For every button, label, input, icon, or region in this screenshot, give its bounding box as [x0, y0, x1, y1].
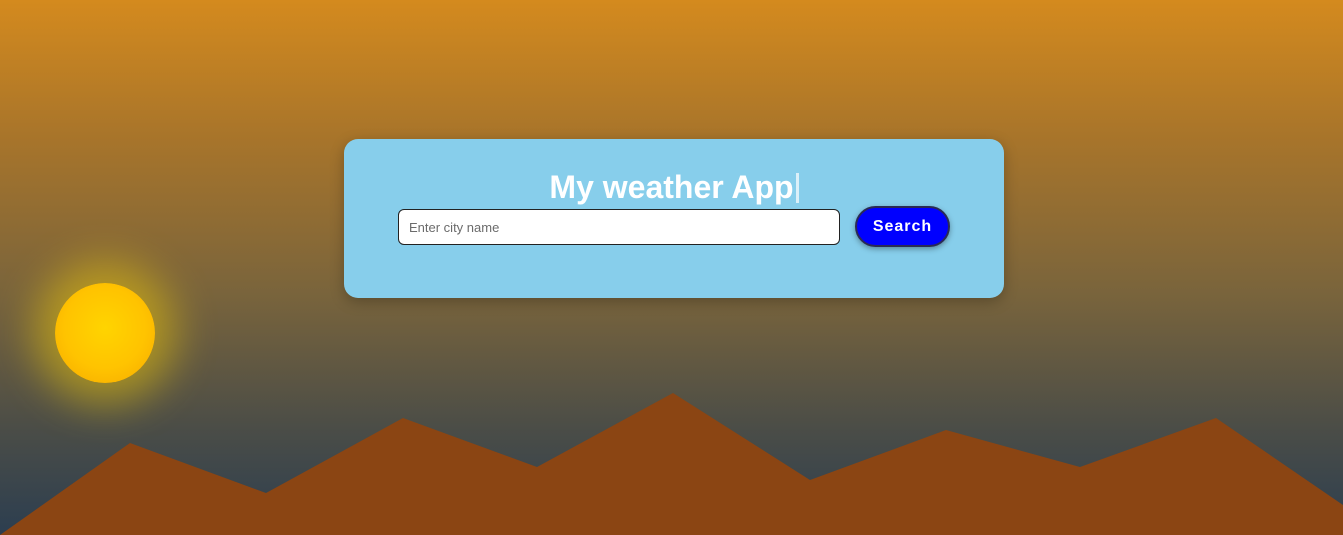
text-cursor — [795, 173, 799, 203]
app-title-wrapper: My weather App — [344, 168, 1004, 206]
search-button[interactable]: Search — [855, 206, 950, 247]
app-title: My weather App — [549, 169, 794, 205]
mountain-range — [0, 393, 1343, 535]
city-search-input[interactable] — [398, 209, 840, 245]
weather-search-card: My weather App Search — [344, 139, 1004, 298]
